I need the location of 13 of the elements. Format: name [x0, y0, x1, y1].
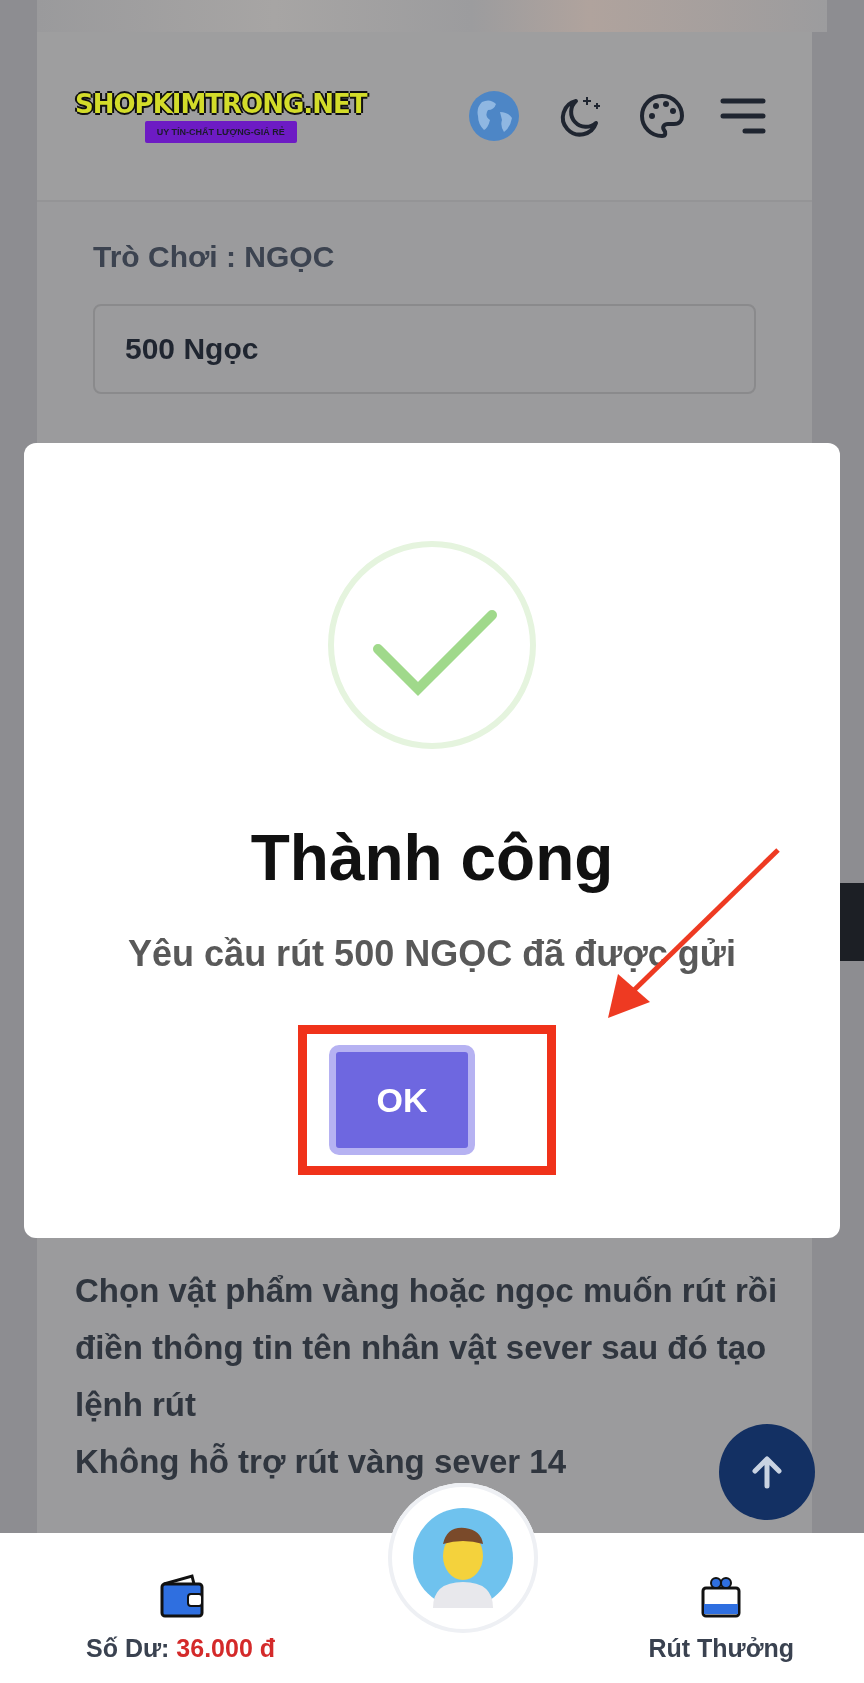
success-check-icon — [326, 539, 538, 751]
balance-text[interactable]: Số Dư: 36.000 đ — [86, 1634, 275, 1663]
dialog-message: Yêu cầu rút 500 NGỌC đã được gửi — [128, 933, 736, 975]
item-select-field[interactable]: 500 Ngọc — [93, 304, 756, 394]
slogan-badge: UY TÍN-CHẤT LƯỢNG-GIÁ RẺ — [144, 121, 297, 143]
guide-text: Không hỗ trợ rút vàng sever 14 — [75, 1442, 567, 1482]
menu-icon[interactable] — [720, 97, 766, 135]
guide-text: Chọn vật phẩm vàng hoặc ngọc muốn rút rồi điền thông tin tên nhân vật sever sau đó tạo lệnh rút — [75, 1271, 779, 1425]
palette-icon[interactable] — [638, 92, 686, 140]
field-label: Trò Chơi : NGỌC — [93, 240, 336, 274]
withdraw-tab[interactable]: Rút Thưởng — [648, 1634, 794, 1663]
dialog-title: Thành công — [250, 821, 614, 895]
ok-button[interactable]: OK — [329, 1045, 475, 1155]
